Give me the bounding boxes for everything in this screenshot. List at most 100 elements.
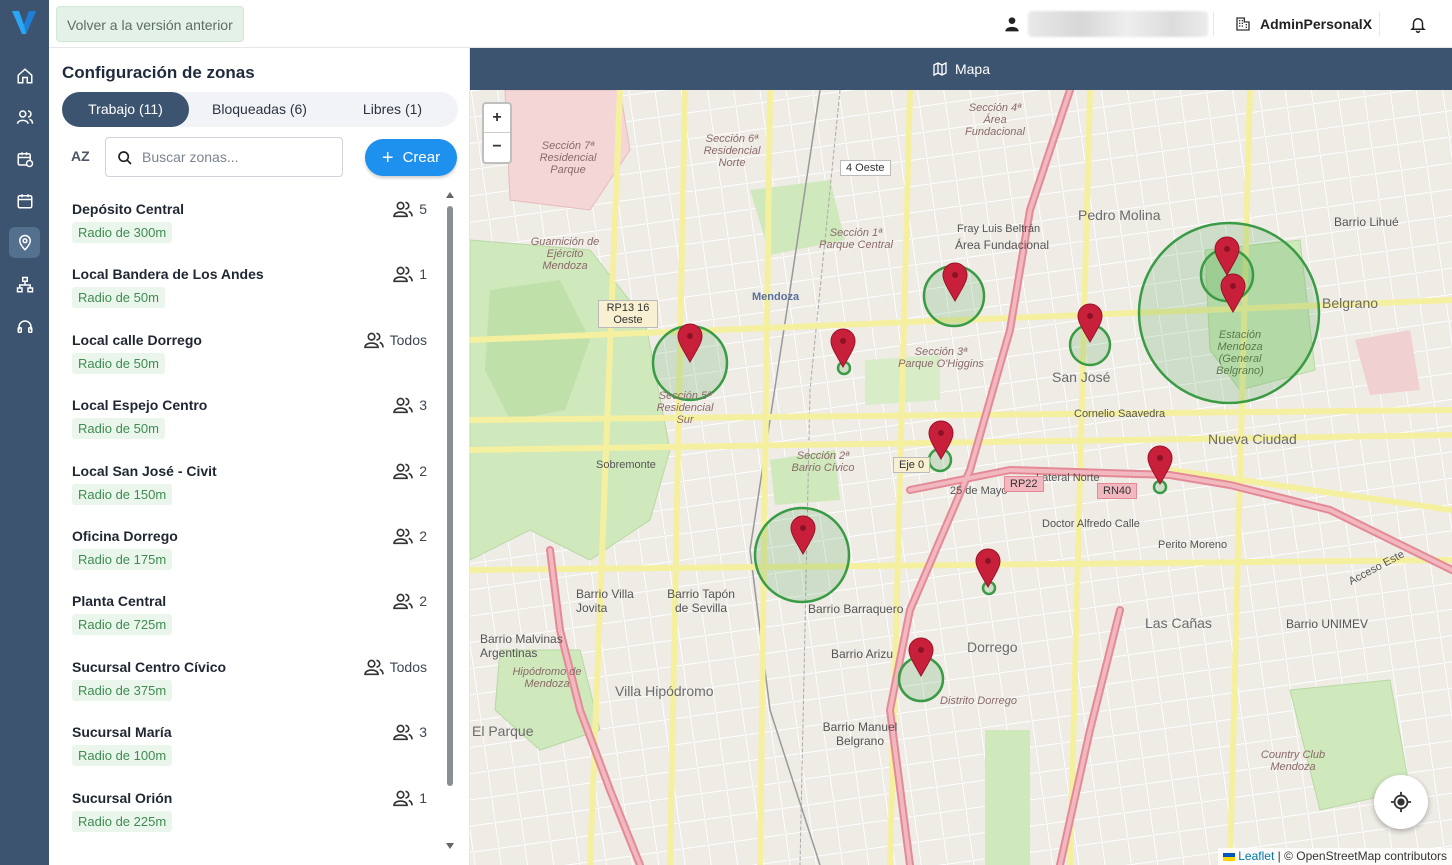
road-badge-rp22: RP22 [1004, 476, 1044, 492]
nav-calendar-clock-icon[interactable] [9, 143, 40, 174]
zone-name: Sucursal María [72, 724, 172, 740]
people-icon [393, 790, 414, 807]
road-badge-eje-0: Eje 0 [893, 457, 931, 473]
list-item[interactable]: Local Espejo Centro Radio de 50m 3 [72, 384, 427, 444]
leaflet-link[interactable]: Leaflet [1238, 849, 1274, 863]
map-label-sobremonte: Sobremonte [596, 459, 656, 471]
zone-radius-badge: Radio de 150m [72, 484, 173, 505]
zoom-in-button[interactable]: + [484, 104, 510, 133]
scroll-down-arrow-icon[interactable] [446, 843, 454, 849]
company-selector[interactable]: AdminPersonalX [1235, 9, 1372, 39]
list-item[interactable]: Sucursal Orión Radio de 225m 1 [72, 777, 427, 837]
tab-libres[interactable]: Libres (1) [327, 92, 458, 127]
people-icon [393, 201, 414, 218]
list-item[interactable]: Local San José - Civit Radio de 150m 2 [72, 450, 427, 510]
top-bar: Volver a la versión anterior AdminPerson… [49, 0, 1452, 48]
nav-people-icon[interactable] [9, 101, 40, 132]
zone-radius-badge: Radio de 50m [72, 287, 165, 308]
map-label-seccion-1: Sección 1ª Parque Central [819, 227, 893, 251]
zone-count-value: 2 [419, 593, 427, 609]
map-view[interactable]: Mendoza Pedro Molina Belgrano San José N… [470, 90, 1452, 865]
map-label-belgrano: Belgrano [1322, 295, 1379, 311]
map-label-seccion-6: Sección 6ª Residencial Norte [703, 133, 761, 169]
zone-count-value: 3 [419, 724, 427, 740]
list-item[interactable]: Sucursal María Radio de 100m 3 [72, 711, 427, 771]
locate-button[interactable] [1374, 775, 1428, 829]
nav-zones-icon[interactable] [9, 227, 40, 258]
list-item[interactable]: Local Bandera de Los Andes Radio de 50m … [72, 253, 427, 313]
people-icon [393, 593, 414, 610]
nav-calendar-icon[interactable] [9, 185, 40, 216]
zone-radius-badge: Radio de 375m [72, 680, 173, 701]
zone-list-scrollbar[interactable] [444, 188, 456, 858]
back-to-previous-version-button[interactable]: Volver a la versión anterior [56, 6, 244, 42]
zone-count-value: Todos [389, 659, 427, 675]
zone-count-value: 1 [419, 790, 427, 806]
zone-name: Oficina Dorrego [72, 528, 178, 544]
zone-people-count: Todos [363, 331, 427, 349]
map-label-nueva-ciudad: Nueva Ciudad [1208, 431, 1297, 447]
user-menu[interactable] [1004, 9, 1208, 39]
list-item[interactable]: Oficina Dorrego Radio de 175m 2 [72, 515, 427, 575]
map-label-seccion-2: Sección 2ª Barrio Cívico [791, 450, 855, 474]
map-label-seccion-3: Sección 3ª Parque O'Higgins [898, 346, 984, 370]
zone-name: Sucursal Orión [72, 790, 173, 806]
people-icon [393, 724, 414, 741]
people-icon [393, 266, 414, 283]
people-icon [393, 463, 414, 480]
building-icon [1236, 17, 1250, 31]
map-attribution: Leaflet | © OpenStreetMap contributors [1218, 848, 1452, 865]
zone-count-value: 2 [419, 463, 427, 479]
zone-people-count: 2 [393, 527, 427, 545]
zone-name: Depósito Central [72, 201, 185, 217]
zone-name: Local San José - Civit [72, 463, 217, 479]
zone-radius-badge: Radio de 100m [72, 745, 173, 766]
zone-people-count: Todos [363, 658, 427, 676]
list-item[interactable]: Depósito Central Radio de 300m 5 [72, 188, 427, 248]
tab-bloqueadas[interactable]: Bloqueadas (6) [192, 92, 327, 127]
map-title: Mapa [954, 61, 991, 77]
zoom-out-button[interactable]: − [484, 133, 510, 162]
road-badge-rn40: RN40 [1097, 483, 1138, 499]
zoom-controls: + − [482, 102, 512, 164]
map-label-el-parque: El Parque [472, 723, 534, 739]
people-icon [363, 332, 384, 349]
scroll-up-arrow-icon[interactable] [446, 192, 454, 198]
zone-people-count: 5 [393, 200, 427, 218]
zone-people-count: 3 [393, 396, 427, 414]
search-field [105, 137, 343, 177]
map-label-lateral-norte: Lateral Norte [1036, 472, 1100, 484]
nav-support-icon[interactable] [9, 311, 40, 342]
zone-count-value: 1 [419, 266, 427, 282]
map-label-distrito-dorrego: Distrito Dorrego [940, 695, 1018, 707]
map-label-barrio-lihue: Barrio Lihué [1334, 215, 1399, 229]
bell-icon[interactable] [1409, 14, 1427, 34]
map-label-barrio-arizu: Barrio Arizu [831, 647, 894, 661]
nav-org-chart-icon[interactable] [9, 269, 40, 300]
list-item[interactable]: Local calle Dorrego Radio de 50m Todos [72, 319, 427, 379]
create-zone-button[interactable]: + Crear [365, 139, 457, 176]
list-item[interactable]: Planta Central Radio de 725m 2 [72, 580, 427, 640]
zone-radius-badge: Radio de 300m [72, 222, 173, 243]
tab-trabajo[interactable]: Trabajo (11) [62, 92, 189, 127]
zone-radius-badge: Radio de 225m [72, 811, 173, 832]
zone-people-count: 1 [393, 265, 427, 283]
map-label-country-club: Country Club Mendoza [1260, 749, 1326, 773]
nav-home-icon[interactable] [9, 60, 40, 91]
map-label-barrio-malvinas: Barrio Malvinas Argentinas [480, 632, 563, 660]
zone-list: Depósito Central Radio de 300m 5 Local B… [49, 188, 444, 865]
map-label-seccion-7: Sección 7ª Residencial Parque [539, 140, 597, 176]
map-label-perito-moreno: Perito Moreno [1158, 539, 1228, 551]
zone-people-count: 1 [393, 789, 427, 807]
user-icon [1005, 17, 1019, 32]
zone-count-value: Todos [389, 332, 427, 348]
map-label-barrio-tapon: Barrio Tapón de Sevilla [667, 587, 735, 615]
list-item[interactable]: Sucursal Centro Cívico Radio de 375m Tod… [72, 646, 427, 706]
road-badge-4-oeste: 4 Oeste [840, 160, 891, 176]
search-input[interactable] [142, 146, 332, 168]
scrollbar-thumb[interactable] [447, 206, 453, 786]
v-logo-icon[interactable] [9, 7, 39, 37]
divider [1379, 12, 1380, 36]
map-label-barrio-villa-jovita: Barrio Villa Jovita [576, 587, 634, 615]
sort-az-button[interactable]: AZ [71, 148, 93, 168]
